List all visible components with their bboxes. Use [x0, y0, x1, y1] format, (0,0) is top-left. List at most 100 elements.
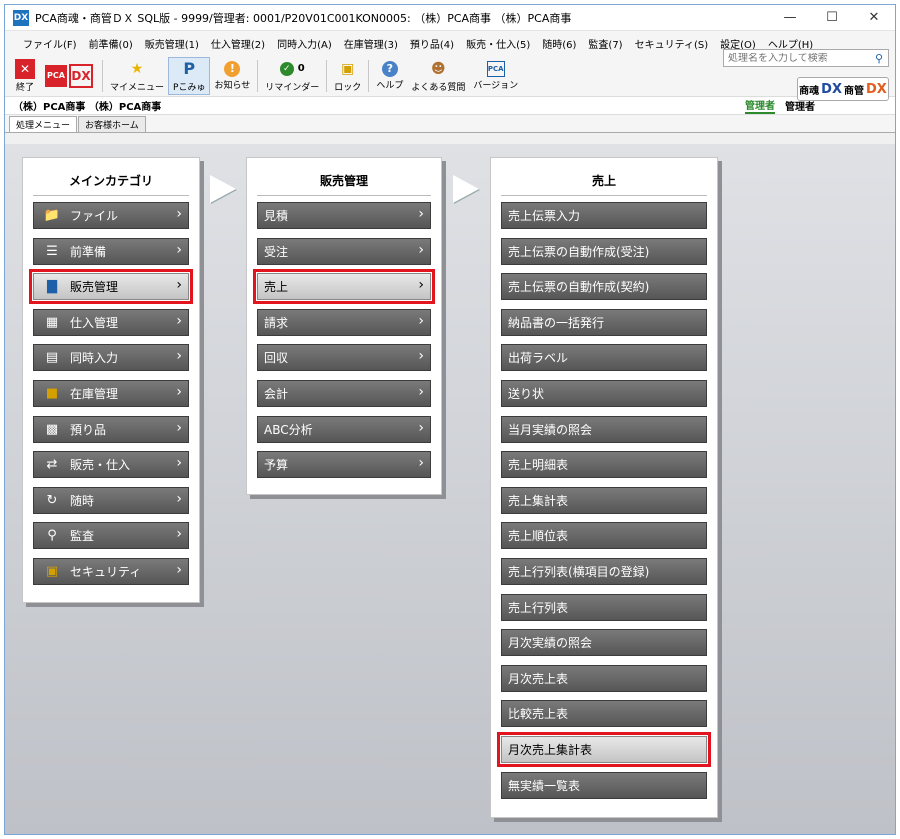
faq-person-icon: ☻: [431, 60, 446, 77]
exit-label: 終了: [15, 82, 34, 93]
version-label: バージョン: [473, 80, 519, 91]
reminder-count: 0: [297, 63, 305, 74]
action-current-month-results[interactable]: 当月実績の照会: [501, 415, 707, 443]
chevron-right-icon: ›: [176, 348, 182, 365]
action-bulk-delivery-notes[interactable]: 納品書の一括発行: [501, 308, 707, 336]
action-monthly-sales-summary[interactable]: 月次売上集計表: [497, 731, 711, 767]
action-auto-create-from-contract[interactable]: 売上伝票の自動作成(契約): [501, 273, 707, 301]
folder-icon: 📁: [43, 208, 61, 223]
search-icon[interactable]: ⚲: [870, 52, 888, 65]
category-sales-purchase[interactable]: ⇄ 販売・仕入 ›: [33, 451, 189, 479]
action-sales-matrix-report[interactable]: 売上行列表: [501, 593, 707, 621]
submenu-estimate[interactable]: 見積 ›: [257, 202, 431, 229]
submenu-collection[interactable]: 回収 ›: [257, 344, 431, 372]
search-input[interactable]: [724, 52, 870, 64]
menu-security[interactable]: セキュリティ(S): [629, 36, 715, 51]
window-title: PCA商魂・商管ＤＸ SQL版 - 9999/管理者: 0001/P20V01C…: [35, 11, 572, 25]
action-auto-create-from-order[interactable]: 売上伝票の自動作成(受注): [501, 237, 707, 265]
lock-button[interactable]: ▣ ロック: [330, 57, 365, 95]
action-shipping-label[interactable]: 出荷ラベル: [501, 344, 707, 372]
help-button[interactable]: ? ヘルプ: [372, 57, 407, 95]
category-inventory-management[interactable]: ■ 在庫管理 ›: [33, 379, 189, 407]
menu-preparation[interactable]: 前準備(0): [83, 36, 139, 51]
stock-icon: ■: [45, 385, 59, 401]
maximize-button[interactable]: ☐: [811, 5, 853, 31]
category-simultaneous-input[interactable]: ▤ 同時入力 ›: [33, 344, 189, 372]
action-sales-ranking-report[interactable]: 売上順位表: [501, 522, 707, 550]
package-icon: ▩: [45, 421, 59, 437]
sales-management-title: 販売管理: [257, 166, 431, 196]
menu-sales-purchase[interactable]: 販売・仕入(5): [460, 36, 536, 51]
menu-sales-management[interactable]: 販売管理(1): [139, 36, 205, 51]
action-monthly-sales-report[interactable]: 月次売上表: [501, 664, 707, 692]
chevron-right-icon: ›: [176, 490, 182, 507]
sales-management-panel: 販売管理 見積 › 受注 › 売上 › 請求 › 回収 › 会計 › ABC分析 › 予算 ›: [246, 157, 442, 495]
sales-panel: 売上 売上伝票入力 売上伝票の自動作成(受注) 売上伝票の自動作成(契約) 納品…: [490, 157, 718, 818]
submenu-billing[interactable]: 請求 ›: [257, 308, 431, 336]
action-sales-slip-entry[interactable]: 売上伝票入力: [501, 202, 707, 229]
action-invoice-slip[interactable]: 送り状: [501, 379, 707, 407]
exit-button[interactable]: ✕ 終了: [11, 57, 39, 95]
dx-logo-mark: DX: [69, 63, 93, 88]
pkomyu-button[interactable]: P Pこみゅ: [168, 56, 211, 95]
category-audit[interactable]: ⚲ 監査 ›: [33, 522, 189, 550]
action-sales-detail-report[interactable]: 売上明細表: [501, 451, 707, 479]
action-monthly-results[interactable]: 月次実績の照会: [501, 629, 707, 657]
title-bar[interactable]: DX PCA商魂・商管ＤＸ SQL版 - 9999/管理者: 0001/P20V…: [5, 5, 895, 31]
notice-label: お知らせ: [214, 80, 251, 91]
star-icon: ★: [130, 60, 144, 77]
menu-simultaneous-input[interactable]: 同時入力(A): [271, 36, 338, 51]
notice-button[interactable]: ! お知らせ: [210, 57, 254, 95]
version-button[interactable]: PCA バージョン: [469, 57, 522, 95]
category-anytime[interactable]: ↻ 随時 ›: [33, 486, 189, 514]
menu-inventory-management[interactable]: 在庫管理(3): [338, 36, 404, 51]
submenu-abc-analysis[interactable]: ABC分析 ›: [257, 415, 431, 443]
category-sales-management[interactable]: ▇ 販売管理 ›: [29, 269, 193, 305]
category-custody[interactable]: ▩ 預り品 ›: [33, 415, 189, 443]
version-icon: PCA: [486, 60, 505, 77]
menu-anytime[interactable]: 随時(6): [536, 36, 582, 51]
main-category-panel: メインカテゴリ 📁 ファイル › ☰ 前準備 › ▇ 販売管理 › ▦ 仕入管理 › ▤ 同時入力…: [22, 157, 200, 603]
tab-bar: 処理メニュー お客様ホーム: [5, 115, 895, 133]
submenu-sales[interactable]: 売上 ›: [253, 269, 435, 305]
reminder-button[interactable]: ✓ 0 リマインダー: [261, 57, 323, 95]
brand-dx-mark-orange: DX: [866, 81, 887, 97]
menu-purchase-management[interactable]: 仕入管理(2): [205, 36, 271, 51]
help-icon: ?: [381, 60, 398, 77]
search-box: ⚲: [723, 49, 889, 67]
chevron-right-icon: ›: [418, 312, 424, 329]
mymenu-button[interactable]: ★ マイメニュー: [106, 57, 168, 95]
action-sales-summary-report[interactable]: 売上集計表: [501, 486, 707, 514]
chevron-right-icon: ›: [176, 526, 182, 543]
submenu-budget[interactable]: 予算 ›: [257, 451, 431, 479]
check-circle-icon: ✓: [279, 61, 294, 76]
category-preparation[interactable]: ☰ 前準備 ›: [33, 237, 189, 265]
action-sales-matrix-setup[interactable]: 売上行列表(横項目の登録): [501, 557, 707, 585]
box-icon: ▦: [45, 314, 59, 330]
reminder-label: リマインダー: [265, 82, 320, 93]
brand-dx-mark-blue: DX: [821, 81, 842, 97]
tab-process-menu[interactable]: 処理メニュー: [9, 116, 78, 132]
close-button[interactable]: ✕: [853, 5, 895, 31]
menu-audit[interactable]: 監査(7): [582, 36, 628, 51]
action-comparative-sales-report[interactable]: 比較売上表: [501, 700, 707, 728]
category-security[interactable]: ▣ セキュリティ ›: [33, 557, 189, 585]
submenu-order[interactable]: 受注 ›: [257, 237, 431, 265]
submenu-accounting[interactable]: 会計 ›: [257, 379, 431, 407]
chevron-right-icon: ›: [176, 312, 182, 329]
category-purchase-management[interactable]: ▦ 仕入管理 ›: [33, 308, 189, 336]
minimize-button[interactable]: —: [769, 5, 811, 31]
padlock-icon: ▣: [45, 563, 59, 579]
chevron-right-icon: ›: [418, 383, 424, 400]
action-no-results-list[interactable]: 無実績一覧表: [501, 771, 707, 799]
chevron-right-icon: ›: [418, 277, 424, 294]
faq-button[interactable]: ☻ よくある質問: [407, 57, 469, 95]
category-file[interactable]: 📁 ファイル ›: [33, 202, 189, 229]
toolbar-divider: [257, 59, 259, 92]
bar-chart-icon: ▇: [47, 279, 57, 295]
tab-customer-home[interactable]: お客様ホーム: [78, 116, 146, 132]
faq-label: よくある質問: [411, 82, 466, 93]
menu-file[interactable]: ファイル(F): [17, 36, 83, 51]
exit-icon: ✕: [15, 58, 35, 79]
menu-custody[interactable]: 預り品(4): [404, 36, 460, 51]
